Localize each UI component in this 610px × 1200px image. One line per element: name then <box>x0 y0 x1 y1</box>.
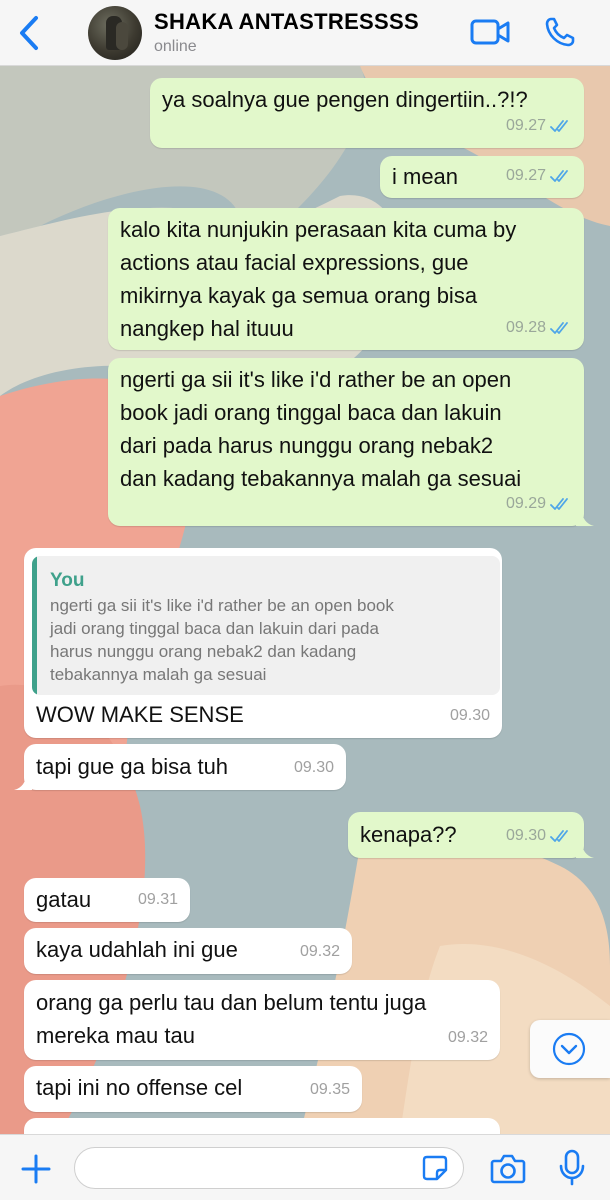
sticker-button[interactable] <box>422 1155 448 1181</box>
video-camera-icon <box>470 19 510 45</box>
message-text: ya soalnya gue pengen dingertiin..?!? <box>162 87 528 112</box>
message-time: 09.35 <box>309 1081 350 1098</box>
avatar[interactable] <box>88 6 142 60</box>
message-time: 09.27 <box>505 167 546 184</box>
read-ticks-icon <box>550 119 568 132</box>
message-meta: 09.29 <box>506 487 572 520</box>
voice-message-button[interactable] <box>558 1149 586 1187</box>
message-bubble-incoming[interactable]: gatau 09.31 <box>24 878 190 922</box>
message-meta: 09.30 <box>506 819 572 852</box>
sticker-icon <box>422 1155 448 1181</box>
bubble-tail <box>576 510 594 526</box>
message-meta: 09.32 <box>448 1021 488 1054</box>
chat-header: SHAKA ANTASTRESSSS online <box>0 0 610 66</box>
message-bubble-outgoing[interactable]: ya soalnya gue pengen dingertiin..?!? 09… <box>150 78 584 148</box>
message-time: 09.30 <box>449 707 490 724</box>
voice-call-button[interactable] <box>544 16 576 48</box>
phone-icon <box>545 17 575 47</box>
read-ticks-icon <box>550 321 568 334</box>
message-meta: 09.28 <box>506 311 572 344</box>
camera-button[interactable] <box>490 1153 526 1185</box>
message-text: gatau <box>36 887 92 912</box>
message-text: orang ga perlu tau dan belum tentu juga … <box>36 990 427 1048</box>
chat-area[interactable]: ya soalnya gue pengen dingertiin..?!? 09… <box>0 66 610 1134</box>
message-bubble-outgoing[interactable]: kalo kita nunjukin perasaan kita cuma by… <box>108 208 584 350</box>
message-bubble-outgoing[interactable]: i mean 09.27 <box>380 156 584 198</box>
message-text: i mean <box>392 164 459 189</box>
message-text: tapi ini no offense cel <box>36 1075 243 1100</box>
contact-status: online <box>154 38 197 55</box>
message-meta: 09.30 <box>294 751 334 784</box>
message-text: tapi gue ga bisa tuh <box>36 754 229 779</box>
read-ticks-icon <box>550 169 568 182</box>
message-meta: 09.32 <box>300 935 340 968</box>
message-text: kalo kita nunjukin perasaan kita cuma by… <box>120 217 517 341</box>
message-meta: 09.35 <box>310 1073 350 1106</box>
contact-name[interactable]: SHAKA ANTASTRESSSS <box>154 9 419 35</box>
chevron-left-icon <box>20 16 38 50</box>
message-bubble-outgoing[interactable]: ngerti ga sii it's like i'd rather be an… <box>108 358 594 526</box>
message-meta: 09.27 <box>506 159 572 192</box>
bubble-tail <box>14 774 32 790</box>
composer-bar <box>0 1134 610 1200</box>
plus-icon <box>21 1154 51 1184</box>
message-text: WOW MAKE SENSE <box>36 702 244 727</box>
quoted-message[interactable]: You ngerti ga sii it's like i'd rather b… <box>32 556 500 695</box>
camera-icon <box>490 1154 526 1184</box>
message-time: 09.30 <box>505 827 546 844</box>
message-bubble-incoming-partial[interactable] <box>24 1118 500 1134</box>
message-meta: 09.31 <box>138 883 178 916</box>
quote-accent-bar <box>32 556 37 695</box>
video-call-button[interactable] <box>470 18 510 46</box>
message-text: kaya udahlah ini gue <box>36 937 238 962</box>
message-text: kenapa?? <box>360 822 457 847</box>
message-bubble-incoming-reply[interactable]: You ngerti ga sii it's like i'd rather b… <box>24 548 502 738</box>
chevron-down-icon <box>552 1032 586 1066</box>
bubble-tail <box>576 842 594 858</box>
message-bubble-incoming[interactable]: tapi gue ga bisa tuh 09.30 <box>14 744 346 790</box>
message-time: 09.31 <box>137 891 178 908</box>
back-button[interactable] <box>14 14 44 52</box>
message-bubble-incoming[interactable]: orang ga perlu tau dan belum tentu juga … <box>24 980 500 1060</box>
message-meta: 09.27 <box>506 109 572 142</box>
quote-text: ngerti ga sii it's like i'd rather be an… <box>50 596 394 684</box>
avatar-figure-2 <box>116 22 128 50</box>
message-meta: 09.30 <box>450 699 490 732</box>
attach-button[interactable] <box>20 1153 52 1185</box>
scroll-to-bottom-button[interactable] <box>530 1020 610 1078</box>
message-time: 09.27 <box>505 117 546 134</box>
message-time: 09.32 <box>299 943 340 960</box>
message-time: 09.30 <box>293 759 334 776</box>
message-text: ngerti ga sii it's like i'd rather be an… <box>120 367 522 491</box>
microphone-icon <box>559 1149 585 1186</box>
message-time: 09.29 <box>505 495 546 512</box>
message-time: 09.32 <box>447 1029 488 1046</box>
message-bubble-incoming[interactable]: kaya udahlah ini gue 09.32 <box>24 928 352 974</box>
message-bubble-outgoing[interactable]: kenapa?? 09.30 <box>348 812 594 858</box>
quote-author: You <box>50 570 85 591</box>
message-time: 09.28 <box>505 319 546 336</box>
read-ticks-icon <box>550 497 568 510</box>
message-input[interactable] <box>74 1147 464 1189</box>
message-bubble-incoming[interactable]: tapi ini no offense cel 09.35 <box>24 1066 362 1112</box>
read-ticks-icon <box>550 829 568 842</box>
